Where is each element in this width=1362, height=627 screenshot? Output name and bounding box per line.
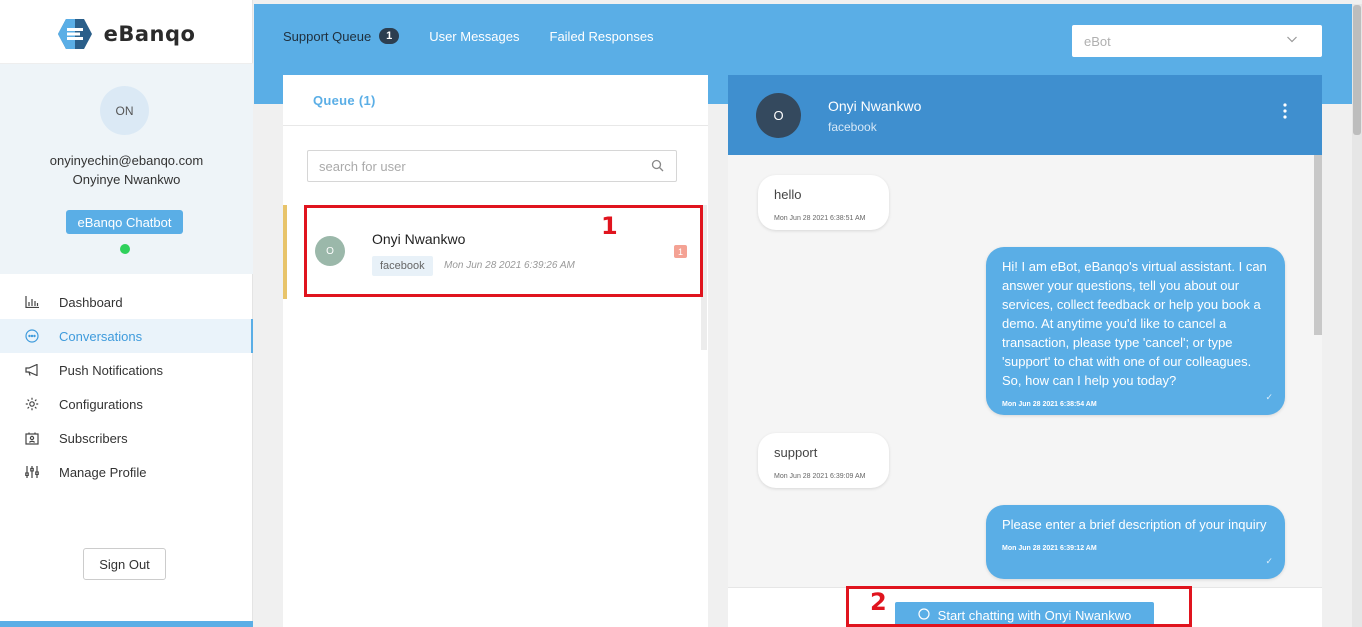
sidebar-item-label: Push Notifications <box>59 362 164 378</box>
message-text: support <box>774 445 818 460</box>
chat-scrollbar[interactable] <box>1314 155 1322 335</box>
sidebar-item-push-notifications[interactable]: Push Notifications <box>0 353 253 387</box>
brand-logo[interactable]: eBanqo <box>0 4 253 64</box>
queue-panel: Queue (1) search for user O Onyi Nwankwo… <box>283 75 708 627</box>
annotation-label-1: 1 <box>601 212 618 240</box>
queue-title[interactable]: Queue (1) <box>283 75 708 126</box>
ebanqo-logo-icon <box>57 18 92 49</box>
annotation-box-2 <box>846 586 1192 627</box>
tab-label: Failed Responses <box>549 28 654 44</box>
message-timestamp: Mon Jun 28 2021 6:39:09 AM <box>774 473 866 480</box>
brand-name: eBanqo <box>103 21 196 46</box>
sidebar-item-label: Dashboard <box>59 294 123 310</box>
sign-out-button[interactable]: Sign Out <box>83 548 166 580</box>
sidebar-item-label: Configurations <box>59 396 143 412</box>
contact-card-icon <box>24 430 40 446</box>
tab-count-badge: 1 <box>379 28 400 44</box>
chat-message-outgoing: Please enter a brief description of your… <box>986 505 1285 579</box>
chat-message-incoming: hello Mon Jun 28 2021 6:38:51 AM <box>758 175 889 230</box>
chat-header: O Onyi Nwankwo facebook <box>728 75 1322 155</box>
annotation-box-1 <box>304 205 703 297</box>
search-input[interactable]: search for user <box>307 150 677 182</box>
chat-panel: O Onyi Nwankwo facebook hello Mon Jun 28… <box>728 75 1322 627</box>
more-vertical-icon[interactable] <box>1280 103 1290 119</box>
sidebar-item-dashboard[interactable]: Dashboard <box>0 285 253 319</box>
message-text: Hi! I am eBot, eBanqo's virtual assistan… <box>1002 259 1267 388</box>
sidebar-item-label: Manage Profile <box>59 464 147 480</box>
chat-bubble-icon <box>24 328 40 344</box>
sidebar: eBanqo ON onyinyechin@ebanqo.com Onyinye… <box>0 0 253 627</box>
annotation-label-2: 2 <box>870 588 887 616</box>
header-tabs: Support Queue 1 User Messages Failed Res… <box>283 28 654 44</box>
tab-support-queue[interactable]: Support Queue 1 <box>283 28 400 44</box>
user-name: Onyinye Nwankwo <box>72 172 181 187</box>
bar-chart-icon <box>24 294 40 310</box>
sidebar-item-subscribers[interactable]: Subscribers <box>0 421 253 455</box>
checkmark-icon: ✓ <box>1265 556 1273 566</box>
search-placeholder: search for user <box>319 158 406 174</box>
bot-select-value: eBot <box>1084 33 1111 49</box>
bot-badge[interactable]: eBanqo Chatbot <box>66 210 183 234</box>
user-profile: ON onyinyechin@ebanqo.com Onyinye Nwankw… <box>0 64 253 274</box>
message-text: hello <box>774 187 802 202</box>
sidebar-item-manage-profile[interactable]: Manage Profile <box>0 455 253 489</box>
megaphone-icon <box>24 362 40 378</box>
message-timestamp: Mon Jun 28 2021 6:38:54 AM <box>1002 401 1097 408</box>
sliders-icon <box>24 464 40 480</box>
bot-select-dropdown[interactable]: eBot <box>1072 25 1322 57</box>
chat-user-name: Onyi Nwankwo <box>828 98 922 114</box>
chevron-down-icon <box>1286 33 1298 48</box>
gear-icon <box>24 396 40 412</box>
avatar[interactable]: ON <box>100 86 149 135</box>
avatar: O <box>756 93 801 138</box>
checkmark-icon: ✓ <box>1265 392 1273 402</box>
tab-label: User Messages <box>429 28 520 44</box>
sidebar-item-label: Subscribers <box>59 430 128 446</box>
search-icon[interactable] <box>651 159 664 175</box>
chat-message-outgoing: Hi! I am eBot, eBanqo's virtual assistan… <box>986 247 1285 415</box>
message-timestamp: Mon Jun 28 2021 6:39:12 AM <box>1002 545 1097 552</box>
chat-message-incoming: support Mon Jun 28 2021 6:39:09 AM <box>758 433 889 488</box>
message-timestamp: Mon Jun 28 2021 6:38:51 AM <box>774 215 866 222</box>
sidebar-footer-bar <box>0 621 253 627</box>
tab-user-messages[interactable]: User Messages <box>429 28 519 44</box>
sidebar-nav: Dashboard Conversations Push Notificatio… <box>0 285 253 489</box>
tab-label: Support Queue <box>283 28 372 44</box>
message-text: Please enter a brief description of your… <box>1002 517 1267 532</box>
sidebar-item-configurations[interactable]: Configurations <box>0 387 253 421</box>
online-status-indicator <box>120 244 130 254</box>
chat-channel: facebook <box>828 120 877 134</box>
page-scrollbar-thumb[interactable] <box>1353 5 1361 135</box>
sidebar-item-conversations[interactable]: Conversations <box>0 319 253 353</box>
tab-failed-responses[interactable]: Failed Responses <box>550 28 654 44</box>
user-email: onyinyechin@ebanqo.com <box>49 153 204 168</box>
sidebar-item-label: Conversations <box>59 328 143 344</box>
